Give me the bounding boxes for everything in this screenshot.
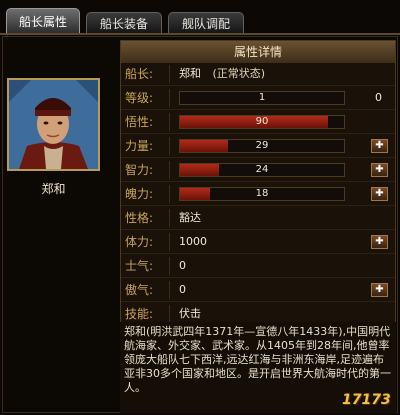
captain-portrait[interactable] — [7, 78, 100, 171]
pride-value: 0 — [179, 283, 186, 296]
row-charisma: 魄力: 18 ✚ — [121, 183, 395, 206]
pride-add-button[interactable]: ✚ — [371, 283, 388, 297]
morale2-label: 士气: — [125, 259, 154, 273]
pride-label: 傲气: — [125, 283, 154, 297]
charisma-value: 18 — [255, 188, 269, 199]
strength-label: 力量: — [125, 139, 154, 153]
portrait-icon — [9, 80, 98, 169]
charisma-bar: 18 — [179, 187, 345, 201]
row-morale: 悟性: 90 — [121, 111, 395, 134]
personality-label: 性格: — [125, 211, 154, 225]
level-label: 等级: — [125, 91, 154, 105]
charisma-label: 魄力: — [125, 187, 154, 201]
tab-bar: 船长属性 船长装备 舰队调配 — [6, 4, 400, 34]
captain-name-label: 郑和 — [41, 182, 66, 196]
morale-value: 90 — [255, 116, 269, 127]
personality-value: 豁达 — [179, 211, 201, 224]
strength-add-button[interactable]: ✚ — [371, 139, 388, 153]
row-captain: 船长: 郑和 (正常状态) — [121, 63, 395, 86]
captain-label: 船长: — [125, 67, 154, 81]
level-bar: 1 — [179, 91, 345, 105]
morale2-value: 0 — [179, 259, 186, 272]
captain-name: 郑和 — [179, 67, 201, 80]
stamina-add-button[interactable]: ✚ — [371, 235, 388, 249]
strength-bar: 29 — [179, 139, 345, 153]
tab-divider — [0, 33, 400, 35]
row-intellect: 智力: 24 ✚ — [121, 159, 395, 182]
row-pride: 傲气: 0 ✚ — [121, 279, 395, 302]
morale-bar: 90 — [179, 115, 345, 129]
row-personality: 性格: 豁达 — [121, 207, 395, 230]
intellect-bar: 24 — [179, 163, 345, 177]
intellect-add-button[interactable]: ✚ — [371, 163, 388, 177]
tab-captain-equipment[interactable]: 船长装备 — [86, 12, 162, 34]
charisma-add-button[interactable]: ✚ — [371, 187, 388, 201]
captain-status: (正常状态) — [212, 67, 266, 80]
stamina-value: 1000 — [179, 235, 207, 248]
intellect-label: 智力: — [125, 163, 154, 177]
morale-label: 悟性: — [125, 115, 154, 129]
site-watermark-logo: 17173 — [342, 392, 391, 408]
tab-captain-attributes[interactable]: 船长属性 — [6, 8, 80, 34]
stamina-label: 体力: — [125, 235, 154, 249]
panel-title: 属性详情 — [121, 41, 395, 63]
row-morale2: 士气: 0 — [121, 255, 395, 278]
tab-fleet-allocation[interactable]: 舰队调配 — [168, 12, 244, 34]
row-level: 等级: 1 0 — [121, 87, 395, 110]
level-max-value: 0 — [375, 91, 382, 104]
strength-value: 29 — [255, 140, 269, 151]
level-value: 1 — [258, 92, 266, 103]
row-strength: 力量: 29 ✚ — [121, 135, 395, 158]
row-stamina: 体力: 1000 ✚ — [121, 231, 395, 254]
intellect-value: 24 — [255, 164, 269, 175]
